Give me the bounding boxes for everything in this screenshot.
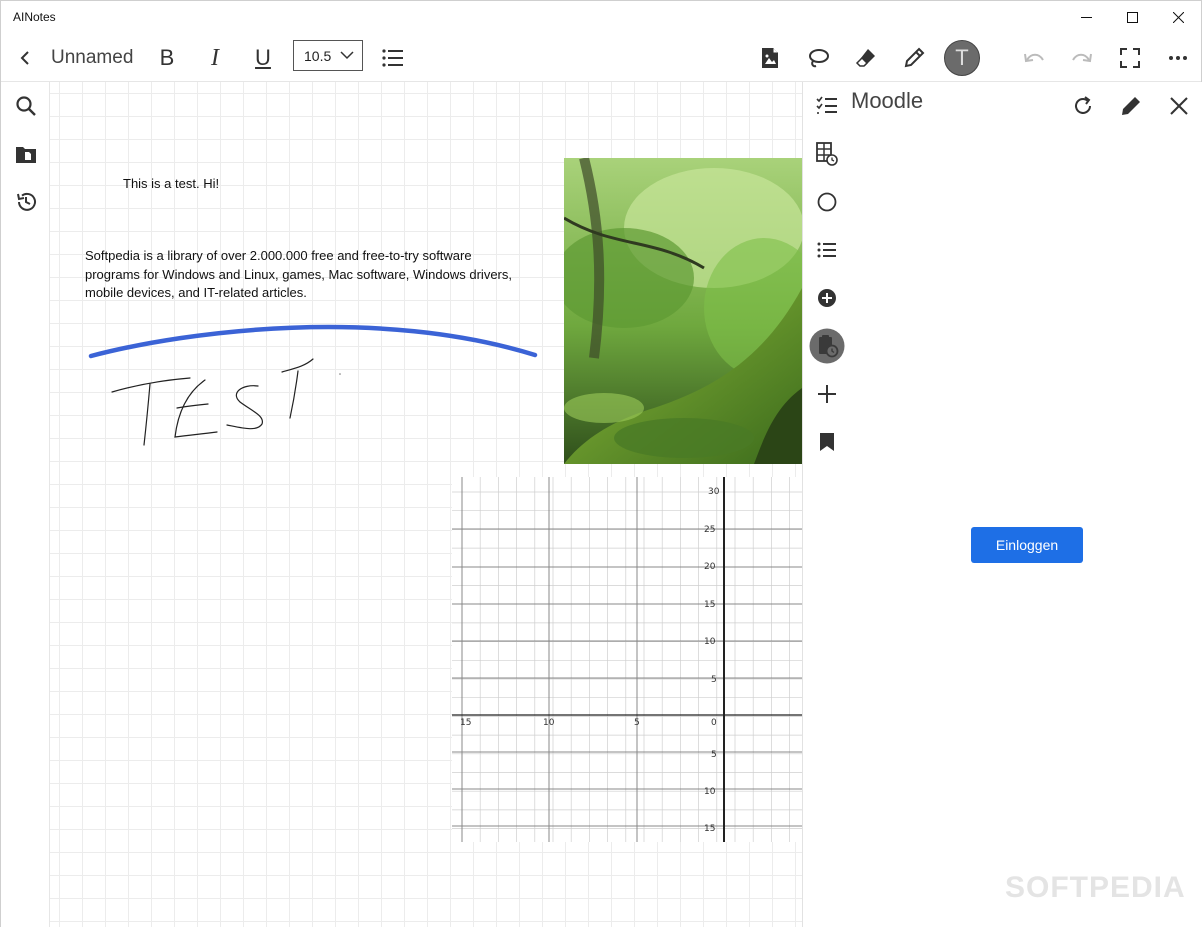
list-button[interactable] — [803, 230, 851, 270]
maximize-icon — [1126, 12, 1138, 23]
close-panel-button[interactable] — [1159, 86, 1199, 126]
undo-button[interactable] — [1016, 34, 1052, 82]
back-button[interactable] — [9, 34, 41, 82]
history-button[interactable] — [1, 182, 50, 222]
x-tick-label: 10 — [543, 718, 555, 728]
app-title: AINotes — [13, 10, 56, 24]
eraser-icon — [855, 49, 875, 67]
minimize-button[interactable] — [1063, 1, 1109, 34]
maximize-button[interactable] — [1109, 1, 1155, 34]
forest-photo[interactable] — [564, 158, 802, 464]
bulleted-list-icon — [382, 49, 403, 67]
pen-button[interactable] — [896, 34, 932, 82]
bold-button[interactable]: B — [149, 34, 185, 82]
chevron-down-icon — [340, 51, 354, 60]
search-icon — [15, 96, 36, 116]
bookmark-icon — [820, 433, 834, 451]
refresh-button[interactable] — [1063, 86, 1103, 126]
redo-button[interactable] — [1064, 34, 1100, 82]
handwriting-test — [111, 358, 314, 446]
checklist-icon — [816, 96, 837, 114]
list-icon — [817, 242, 836, 258]
list-button[interactable] — [375, 34, 411, 82]
left-rail — [1, 82, 50, 927]
more-icon — [1169, 56, 1187, 60]
image-file-icon — [762, 48, 778, 68]
underline-button[interactable]: U — [245, 34, 281, 82]
lasso-button[interactable] — [800, 34, 836, 82]
close-icon — [1170, 97, 1188, 115]
fullscreen-icon — [1120, 48, 1140, 68]
undo-icon — [1024, 53, 1044, 63]
schedule-table-icon — [816, 142, 838, 166]
plus-icon — [818, 385, 836, 403]
redo-icon — [1072, 53, 1092, 63]
circle-button[interactable] — [803, 182, 851, 222]
toolbar: Unnamed B I U 10.5 T — [1, 34, 1201, 82]
watermark-logo: SOFTPEDIA — [1005, 871, 1186, 904]
document-title[interactable]: Unnamed — [51, 47, 133, 69]
circle-icon — [817, 192, 837, 212]
search-button[interactable] — [1, 86, 50, 126]
ink-layer[interactable] — [50, 82, 570, 482]
coordinate-graph[interactable]: 30 25 20 15 10 5 5 10 15 15 10 5 0 — [452, 477, 802, 842]
minimize-icon — [1080, 17, 1092, 18]
insert-image-button[interactable] — [752, 34, 788, 82]
edit-pencil-icon — [1122, 97, 1140, 115]
file-explorer-button[interactable] — [1, 134, 50, 174]
y-tick-label: 10 — [704, 637, 716, 647]
more-button[interactable] — [1160, 34, 1196, 82]
title-bar: AINotes — [1, 1, 1201, 34]
add-circle-icon — [818, 289, 836, 307]
y-tick-label: 5 — [711, 750, 717, 760]
y-tick-label: 5 — [711, 675, 717, 685]
y-tick-label: 25 — [704, 525, 715, 535]
font-size-value: 10.5 — [304, 47, 332, 64]
italic-button[interactable]: I — [197, 34, 233, 82]
panel-title: Moodle — [851, 88, 924, 113]
eraser-button[interactable] — [848, 34, 884, 82]
text-tool-button[interactable]: T — [944, 40, 980, 76]
moodle-panel: Moodle Einloggen — [802, 82, 1202, 927]
lasso-icon — [809, 49, 829, 68]
x-tick-label: 15 — [460, 718, 471, 728]
clipboard-clock-icon — [809, 328, 845, 364]
login-button[interactable]: Einloggen — [971, 527, 1083, 563]
y-tick-label: 30 — [708, 487, 720, 497]
y-tick-label: 15 — [704, 600, 715, 610]
checklist-button[interactable] — [803, 85, 851, 125]
close-icon — [1172, 12, 1184, 23]
schedule-button[interactable] — [803, 134, 851, 174]
x-tick-label: 5 — [634, 718, 640, 728]
close-window-button[interactable] — [1155, 1, 1201, 34]
add-button[interactable] — [803, 374, 851, 414]
history-icon — [16, 192, 36, 211]
y-tick-label: 10 — [704, 787, 716, 797]
y-tick-label: 20 — [704, 562, 716, 572]
clipboard-clock-button[interactable] — [803, 326, 851, 366]
bookmark-button[interactable] — [803, 422, 851, 462]
chevron-left-icon — [20, 51, 29, 65]
refresh-icon — [1075, 96, 1091, 114]
font-size-dropdown[interactable]: 10.5 — [293, 40, 363, 71]
fullscreen-button[interactable] — [1112, 34, 1148, 82]
add-circle-button[interactable] — [803, 278, 851, 318]
app-window: AINotes Unnamed B I U 10.5 T This is a t… — [0, 0, 1202, 927]
note-canvas[interactable]: This is a test. Hi! Softpedia is a libra… — [50, 82, 802, 927]
pen-icon — [904, 47, 925, 68]
x-tick-label: 0 — [711, 718, 717, 728]
file-explorer-icon — [15, 147, 36, 163]
y-tick-label: 15 — [704, 824, 715, 834]
blue-ink-stroke — [88, 324, 538, 359]
edit-button[interactable] — [1111, 86, 1151, 126]
